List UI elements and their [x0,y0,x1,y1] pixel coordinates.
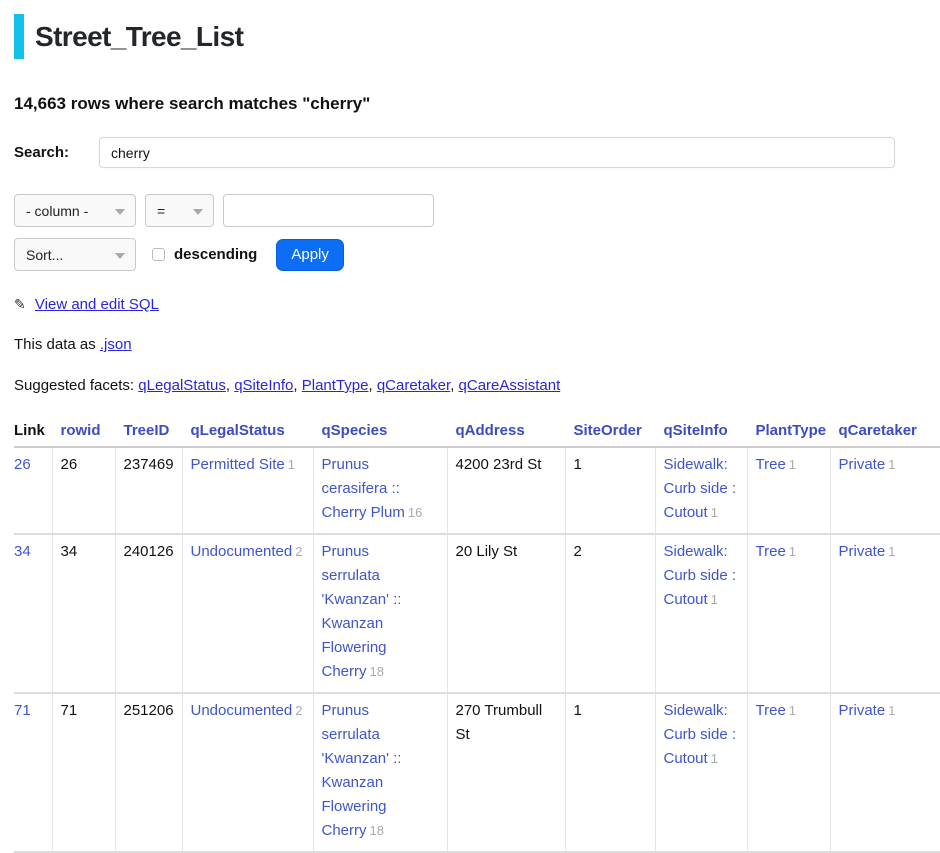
facet-link-qlegalstatus[interactable]: qLegalStatus [138,377,226,394]
column-header-link: Link [14,418,52,447]
facet-count: 1 [789,703,796,718]
facet-item: qCareAssistant [459,377,561,394]
cell-address: 4200 23rd St [447,447,565,534]
cell-treeid: 240126 [115,534,182,693]
cell-species-link[interactable]: Prunus serrulata 'Kwanzan' :: Kwanzan Fl… [322,702,402,839]
data-as-prefix: This data as [14,336,96,353]
cell-site-order: 1 [565,693,655,852]
column-header-rowid[interactable]: rowid [52,418,115,447]
filter-operator-value: = [157,203,165,219]
cell-address: 20 Lily St [447,534,565,693]
cell-address: 270 Trumbull St [447,693,565,852]
view-edit-sql-link[interactable]: View and edit SQL [35,296,159,313]
table-row: 26 26 237469 Permitted Site1 Prunus cera… [14,447,940,534]
cell-site-order: 1 [565,447,655,534]
facet-count: 1 [888,703,895,718]
suggested-facets-line: Suggested facets: qLegalStatus qSiteInfo… [14,377,940,394]
column-header-qsiteinfo[interactable]: qSiteInfo [655,418,747,447]
search-input[interactable] [99,137,895,168]
cell-legal-status-link[interactable]: Undocumented [191,543,293,560]
page: Street_Tree_List 14,663 rows where searc… [0,0,940,853]
filter-form: - column - = [14,194,940,227]
table-header-row: Link rowid TreeID qLegalStatus qSpecies … [14,418,940,447]
facet-count: 2 [295,703,302,718]
facet-item: qCaretaker [377,377,459,394]
sort-select[interactable]: Sort... [14,238,136,271]
facet-link-qcaretaker[interactable]: qCaretaker [377,377,450,394]
cell-legal-status-link[interactable]: Undocumented [191,702,293,719]
column-header-siteorder[interactable]: SiteOrder [565,418,655,447]
descending-checkbox[interactable] [152,248,165,261]
json-link[interactable]: .json [100,336,132,353]
facet-count: 1 [888,544,895,559]
cell-site-info-link[interactable]: Sidewalk: Curb side : Cutout [664,702,737,767]
cell-site-order: 2 [565,534,655,693]
table-row: 34 34 240126 Undocumented2 Prunus serrul… [14,534,940,693]
column-header-treeid[interactable]: TreeID [115,418,182,447]
pencil-icon: ✎ [14,296,26,312]
cell-site-info-link[interactable]: Sidewalk: Curb side : Cutout [664,543,737,608]
sql-link-line: ✎ View and edit SQL [14,296,940,313]
facet-count: 1 [711,592,718,607]
apply-button[interactable]: Apply [276,239,344,271]
facet-count: 1 [711,505,718,520]
column-header-qlegalstatus[interactable]: qLegalStatus [182,418,313,447]
search-label: Search: [14,144,99,161]
column-header-qaddress[interactable]: qAddress [447,418,565,447]
page-title: Street_Tree_List [35,21,243,53]
search-form: Search: [14,137,940,168]
table-row: 71 71 251206 Undocumented2 Prunus serrul… [14,693,940,852]
row-count-summary: 14,663 rows where search matches "cherry… [14,94,940,114]
descending-label: descending [174,246,257,263]
cell-caretaker-link[interactable]: Private [839,702,886,719]
column-header-planttype[interactable]: PlantType [747,418,830,447]
accent-bar [14,14,24,59]
cell-caretaker-link[interactable]: Private [839,456,886,473]
facet-link-qcareassistant[interactable]: qCareAssistant [459,377,561,394]
filter-value-input[interactable] [223,194,434,227]
facet-link-qsiteinfo[interactable]: qSiteInfo [234,377,293,394]
filter-column-value: - column - [26,203,88,219]
sort-select-value: Sort... [26,247,63,263]
facet-item: qSiteInfo [234,377,302,394]
facet-count: 18 [370,823,384,838]
row-link[interactable]: 71 [14,702,31,719]
cell-caretaker-link[interactable]: Private [839,543,886,560]
row-link[interactable]: 34 [14,543,31,560]
cell-rowid: 34 [52,534,115,693]
facet-item: PlantType [302,377,377,394]
cell-site-info-link[interactable]: Sidewalk: Curb side : Cutout [664,456,737,521]
facets-prefix: Suggested facets: [14,377,134,394]
column-header-qspecies[interactable]: qSpecies [313,418,447,447]
facet-count: 16 [408,505,422,520]
page-header: Street_Tree_List [14,0,940,59]
cell-rowid: 26 [52,447,115,534]
filter-operator-select[interactable]: = [145,194,214,227]
cell-plant-type-link[interactable]: Tree [756,456,786,473]
cell-species-link[interactable]: Prunus cerasifera :: Cherry Plum [322,456,405,521]
cell-plant-type-link[interactable]: Tree [756,702,786,719]
facet-count: 18 [370,664,384,679]
sort-form: Sort... descending Apply [14,238,940,271]
cell-rowid: 71 [52,693,115,852]
facet-count: 1 [789,457,796,472]
facet-count: 2 [295,544,302,559]
facet-count: 1 [789,544,796,559]
row-link[interactable]: 26 [14,456,31,473]
cell-plant-type-link[interactable]: Tree [756,543,786,560]
facet-link-planttype[interactable]: PlantType [302,377,369,394]
filter-column-select[interactable]: - column - [14,194,136,227]
results-table: Link rowid TreeID qLegalStatus qSpecies … [14,418,940,853]
cell-treeid: 251206 [115,693,182,852]
facet-item: qLegalStatus [138,377,234,394]
facet-count: 1 [288,457,295,472]
cell-species-link[interactable]: Prunus serrulata 'Kwanzan' :: Kwanzan Fl… [322,543,402,680]
facet-count: 1 [888,457,895,472]
column-header-qcaretaker[interactable]: qCaretaker [830,418,940,447]
cell-legal-status-link[interactable]: Permitted Site [191,456,285,473]
data-as-line: This data as .json [14,336,940,353]
cell-treeid: 237469 [115,447,182,534]
